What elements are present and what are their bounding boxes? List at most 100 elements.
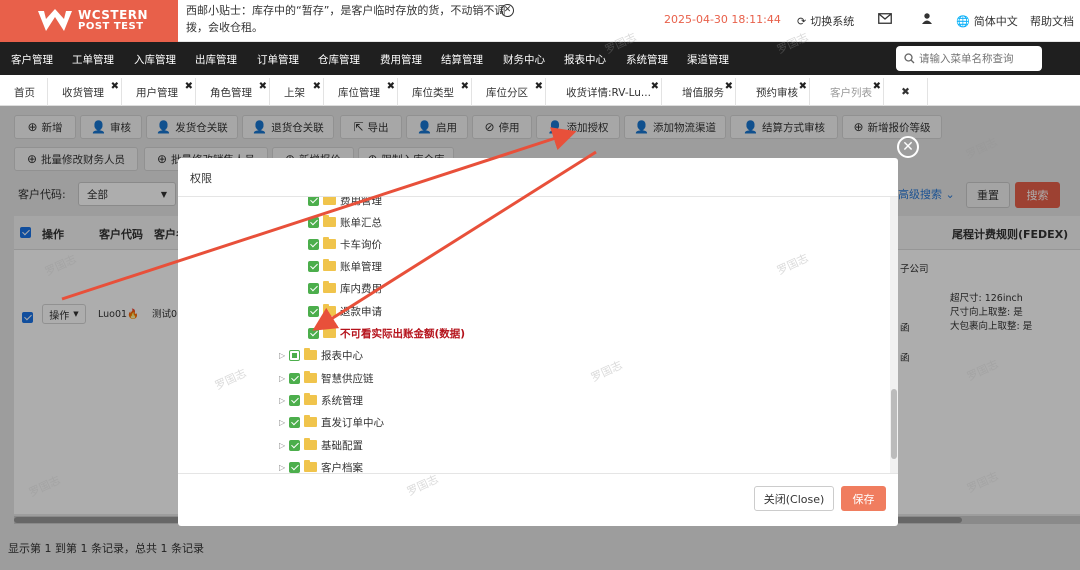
folder-icon (323, 215, 336, 227)
nav-item-system[interactable]: 系统管理 (626, 52, 668, 67)
expand-arrow-icon[interactable]: ▷ (279, 351, 289, 360)
logo[interactable]: WCSTERN POST TEST (0, 0, 178, 42)
tab-locations[interactable]: 库位管理 ✖ (324, 78, 398, 106)
expand-arrow-icon[interactable]: ▷ (279, 374, 289, 383)
close-icon[interactable]: ✖ (535, 81, 543, 92)
tree-node-truck-inquiry[interactable]: 卡车询价 (308, 235, 382, 253)
mail-icon[interactable] (878, 13, 892, 24)
switch-system-button[interactable]: ⟳ 切换系统 (797, 13, 854, 29)
nav-item-fees[interactable]: 费用管理 (380, 52, 422, 67)
tab-users[interactable]: 用户管理 ✖ (122, 78, 196, 106)
tree-scrollbar[interactable] (890, 197, 898, 473)
folder-icon (304, 348, 317, 360)
logo-w-icon (36, 9, 74, 33)
close-icon[interactable]: ✖ (259, 81, 267, 92)
tab-appointment[interactable]: 预约审核 ✖ (736, 78, 810, 106)
nav-item-orders[interactable]: 订单管理 (257, 52, 299, 67)
tree-node-bill-management[interactable]: 账单管理 (308, 257, 382, 275)
help-docs-link[interactable]: 帮助文档 (1030, 13, 1074, 29)
tree-node-fee-management[interactable]: 费用管理 (308, 197, 382, 209)
globe-icon: 🌐 (956, 14, 970, 28)
nav-item-finance[interactable]: 财务中心 (503, 52, 545, 67)
close-button[interactable]: 关闭(Close) (754, 486, 834, 511)
tree-node-system-management[interactable]: ▷ 系统管理 (279, 391, 363, 409)
tree-checkbox[interactable] (308, 305, 319, 317)
tree-node-direct-orders[interactable]: ▷ 直发订单中心 (279, 413, 384, 431)
tree-checkbox[interactable] (289, 349, 300, 361)
tree-node-customer-files[interactable]: ▷ 客户档案 (279, 458, 363, 473)
folder-icon (323, 281, 336, 293)
folder-icon (323, 326, 336, 338)
expand-arrow-icon[interactable]: ▷ (279, 463, 289, 472)
tip-close-icon[interactable]: ✕ (501, 4, 514, 17)
folder-icon (323, 237, 336, 249)
close-icon[interactable]: ✖ (725, 81, 733, 92)
folder-icon (304, 393, 317, 405)
nav-item-reports[interactable]: 报表中心 (564, 52, 606, 67)
tree-checkbox[interactable] (289, 372, 300, 384)
close-icon[interactable]: ✖ (185, 81, 193, 92)
close-icon[interactable]: ✖ (799, 81, 807, 92)
expand-arrow-icon[interactable]: ▷ (279, 396, 289, 405)
nav-item-inbound[interactable]: 入库管理 (134, 52, 176, 67)
close-icon[interactable]: ✖ (461, 81, 469, 92)
search-icon (904, 53, 915, 64)
folder-icon (323, 304, 336, 316)
tab-receiving-detail[interactable]: 收货详情:RV-Lu... ✖ (546, 78, 662, 106)
tab-putaway[interactable]: 上架 ✖ (270, 78, 324, 106)
save-button[interactable]: 保存 (841, 486, 886, 511)
close-all-tabs-icon[interactable]: ✖ (884, 78, 928, 106)
tree-checkbox[interactable] (308, 260, 319, 272)
tab-location-zones[interactable]: 库位分区 ✖ (472, 78, 546, 106)
main-nav: 客户管理 工单管理 入库管理 出库管理 订单管理 仓库管理 费用管理 结算管理 … (0, 42, 1080, 75)
tab-home[interactable]: 首页 (0, 78, 48, 106)
tree-checkbox[interactable] (308, 216, 319, 228)
tree-checkbox[interactable] (289, 461, 300, 473)
refresh-icon: ⟳ (797, 14, 807, 28)
tree-checkbox[interactable] (308, 238, 319, 250)
tree-checkbox[interactable] (289, 416, 300, 428)
folder-icon (304, 438, 317, 450)
tab-receiving[interactable]: 收货管理 ✖ (48, 78, 122, 106)
tree-node-bill-summary[interactable]: 账单汇总 (308, 213, 382, 231)
logo-line1: WCSTERN (78, 8, 149, 22)
tree-node-refund-request[interactable]: 退款申请 (308, 302, 382, 320)
language-switcher[interactable]: 🌐 简体中文 (956, 13, 1018, 29)
tree-node-basic-config[interactable]: ▷ 基础配置 (279, 436, 363, 454)
modal-close-icon[interactable]: ✕ (897, 136, 919, 158)
close-icon[interactable]: ✖ (387, 81, 395, 92)
tree-node-warehouse-fees[interactable]: 库内费用 (308, 279, 382, 297)
user-icon[interactable] (922, 13, 932, 24)
expand-arrow-icon[interactable]: ▷ (279, 441, 289, 450)
folder-icon (323, 197, 336, 205)
tree-node-hide-actual-billing[interactable]: 不可看实际出账金额(数据) (308, 324, 465, 342)
nav-item-customer[interactable]: 客户管理 (11, 52, 53, 67)
tree-checkbox[interactable] (289, 394, 300, 406)
tab-roles[interactable]: 角色管理 ✖ (196, 78, 270, 106)
tree-checkbox[interactable] (308, 327, 319, 339)
folder-icon (304, 371, 317, 383)
close-icon[interactable]: ✖ (313, 81, 321, 92)
nav-item-workorder[interactable]: 工单管理 (72, 52, 114, 67)
nav-item-warehouse[interactable]: 仓库管理 (318, 52, 360, 67)
current-datetime: 2025-04-30 18:11:44 (664, 13, 781, 26)
nav-item-channels[interactable]: 渠道管理 (687, 52, 729, 67)
nav-item-settlement[interactable]: 结算管理 (441, 52, 483, 67)
tree-node-smart-supply[interactable]: ▷ 智慧供应链 (279, 369, 374, 387)
tab-location-types[interactable]: 库位类型 ✖ (398, 78, 472, 106)
logo-line2: POST TEST (78, 21, 144, 32)
tab-customer-list[interactable]: 客户列表 ✖ (810, 78, 884, 106)
tree-checkbox[interactable] (308, 282, 319, 294)
tree-checkbox[interactable] (289, 439, 300, 451)
top-header: WCSTERN POST TEST 西邮小贴士：库存中的“暂存”，是客户临时存放… (0, 0, 1080, 42)
tab-value-added[interactable]: 增值服务 ✖ (662, 78, 736, 106)
close-icon[interactable]: ✖ (873, 81, 881, 92)
close-icon[interactable]: ✖ (651, 81, 659, 92)
expand-arrow-icon[interactable]: ▷ (279, 418, 289, 427)
nav-item-outbound[interactable]: 出库管理 (195, 52, 237, 67)
close-icon[interactable]: ✖ (111, 81, 119, 92)
menu-search[interactable] (896, 46, 1042, 71)
tree-checkbox[interactable] (308, 197, 319, 206)
menu-search-input[interactable] (919, 52, 1037, 65)
tree-node-report-center[interactable]: ▷ 报表中心 (279, 346, 363, 364)
